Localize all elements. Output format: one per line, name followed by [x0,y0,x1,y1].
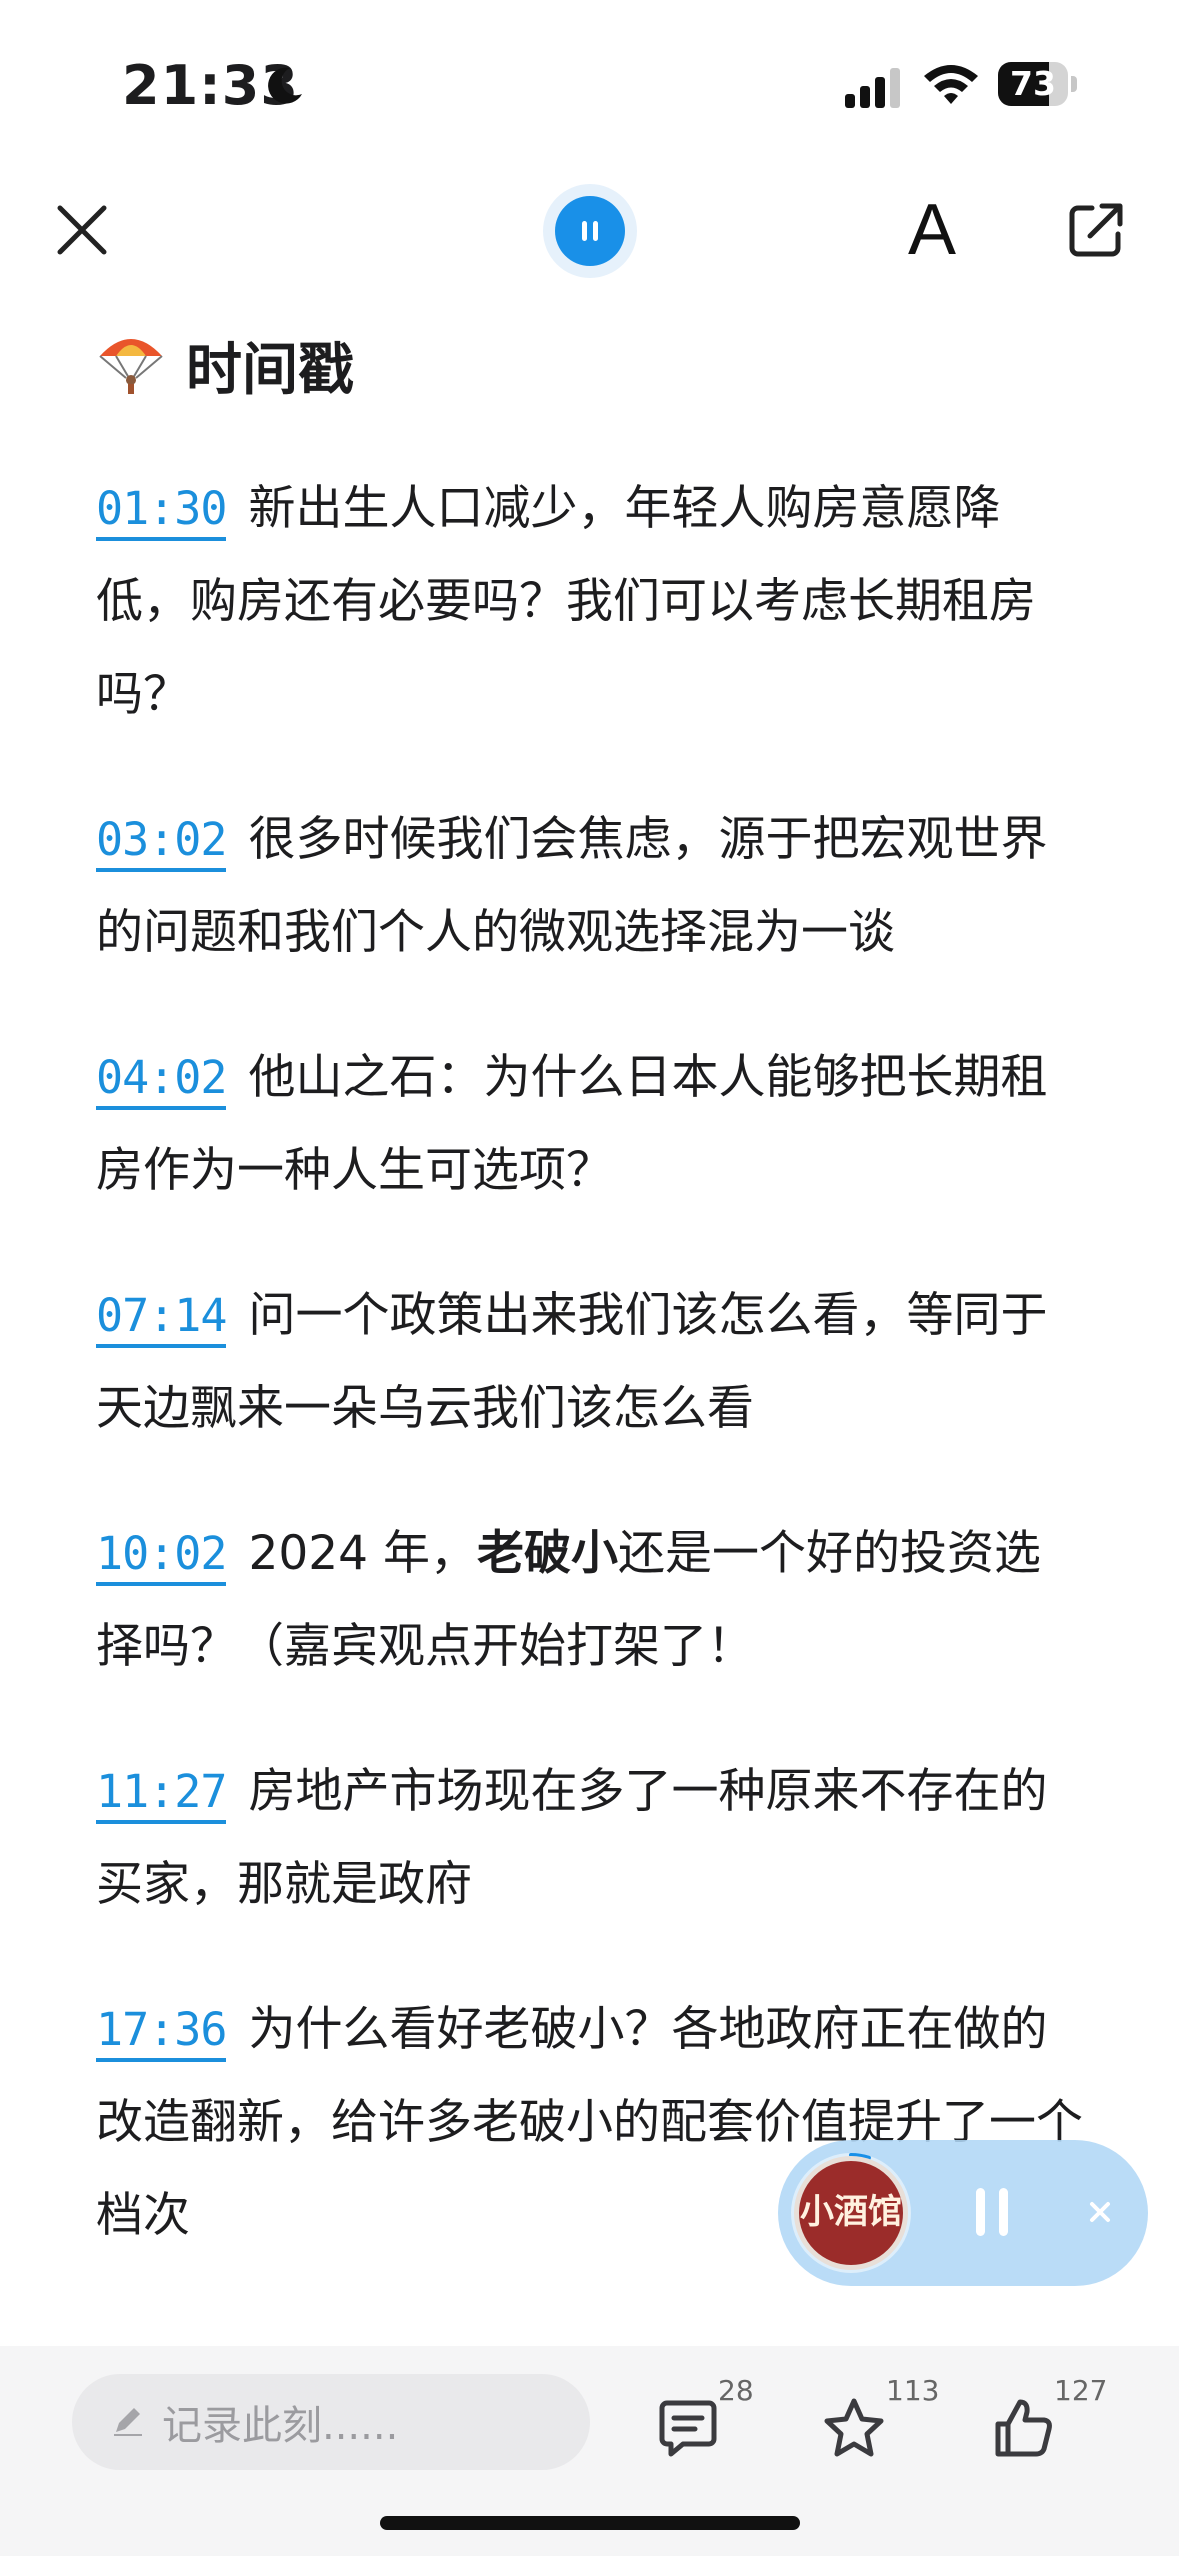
status-bar: 21:33 73 [0,0,1179,170]
mini-pause-button[interactable] [974,2186,1010,2242]
timestamp-link[interactable]: 07:14 [96,1289,227,1348]
star-icon [824,2398,884,2457]
timestamp-item: 04:02 他山之石：为什么日本人能够把长期租房作为一种人生可选项？ [96,1031,1086,1217]
font-icon: A [907,190,957,270]
battery-icon: 73 [998,62,1078,106]
pause-icon [582,221,598,241]
timestamp-link[interactable]: 17:36 [96,2003,227,2062]
timestamp-item: 10:02 2024 年，老破小还是一个好的投资选择吗？（嘉宾观点开始打架了！ [96,1507,1086,1693]
timestamp-text: 问一个政策出来我们该怎么看，等同于天边飘来一朵乌云我们该怎么看 [96,1288,1048,1436]
article-content: 时间戳 01:30 新出生人口减少，年轻人购房意愿降低，购房还有必要吗？我们可以考… [96,320,1086,2314]
timestamp-text-bold: 老破小 [477,1526,619,1581]
wifi-icon [922,62,980,110]
section-header: 时间戳 [96,320,1086,410]
favorite-count: 113 [886,2374,940,2407]
timestamp-link[interactable]: 01:30 [96,482,227,541]
like-count: 127 [1054,2374,1108,2407]
play-pause-button[interactable] [543,184,637,278]
timestamp-text: 新出生人口减少，年轻人购房意愿降低，购房还有必要吗？我们可以考虑长期租房吗？ [96,481,1036,722]
close-button[interactable] [44,192,120,268]
pencil-icon [110,2402,146,2442]
timestamp-item: 01:30 新出生人口减少，年轻人购房意愿降低，购房还有必要吗？我们可以考虑长期租… [96,462,1086,741]
home-indicator [380,2516,800,2530]
comment-button[interactable] [648,2388,728,2468]
comment-count: 28 [718,2374,754,2407]
close-icon [57,205,107,255]
note-placeholder: 记录此刻...... [162,2403,399,2449]
mini-player[interactable]: 小酒馆 [778,2140,1148,2286]
timestamp-item: 03:02 很多时候我们会焦虑，源于把宏观世界的问题和我们个人的微观选择混为一谈 [96,793,1086,979]
timestamp-link[interactable]: 03:02 [96,813,227,872]
thumbs-up-icon [995,2399,1052,2457]
share-button[interactable] [1058,192,1134,268]
parachute-icon [96,328,166,402]
close-icon [1090,2202,1110,2222]
timestamp-text: 2024 年， [248,1526,478,1581]
cellular-signal-icon [845,68,905,112]
moon-icon [262,64,306,112]
note-input[interactable]: 记录此刻...... [72,2374,590,2470]
like-button[interactable] [984,2388,1064,2468]
timestamp-link[interactable]: 04:02 [96,1051,227,1110]
favorite-button[interactable] [814,2388,894,2468]
section-title: 时间戳 [186,337,354,403]
timestamp-link[interactable]: 10:02 [96,1527,227,1586]
timestamp-item: 07:14 问一个政策出来我们该怎么看，等同于天边飘来一朵乌云我们该怎么看 [96,1269,1086,1455]
battery-percent: 73 [1010,64,1056,103]
podcast-cover: 小酒馆 [794,2156,908,2270]
timestamp-item: 11:27 房地产市场现在多了一种原来不存在的买家，那就是政府 [96,1745,1086,1931]
timestamp-text: 房地产市场现在多了一种原来不存在的买家，那就是政府 [96,1764,1048,1912]
timestamp-text: 很多时候我们会焦虑，源于把宏观世界的问题和我们个人的微观选择混为一谈 [96,812,1048,960]
timestamp-link[interactable]: 11:27 [96,1765,227,1824]
comment-icon [659,2400,717,2457]
share-icon [1069,203,1123,257]
mini-close-button[interactable] [1078,2190,1122,2238]
font-size-button[interactable]: A [894,192,970,268]
pause-icon [976,2188,1008,2236]
timestamp-text: 他山之石：为什么日本人能够把长期租房作为一种人生可选项？ [96,1050,1048,1198]
nav-bar: A [0,170,1179,290]
